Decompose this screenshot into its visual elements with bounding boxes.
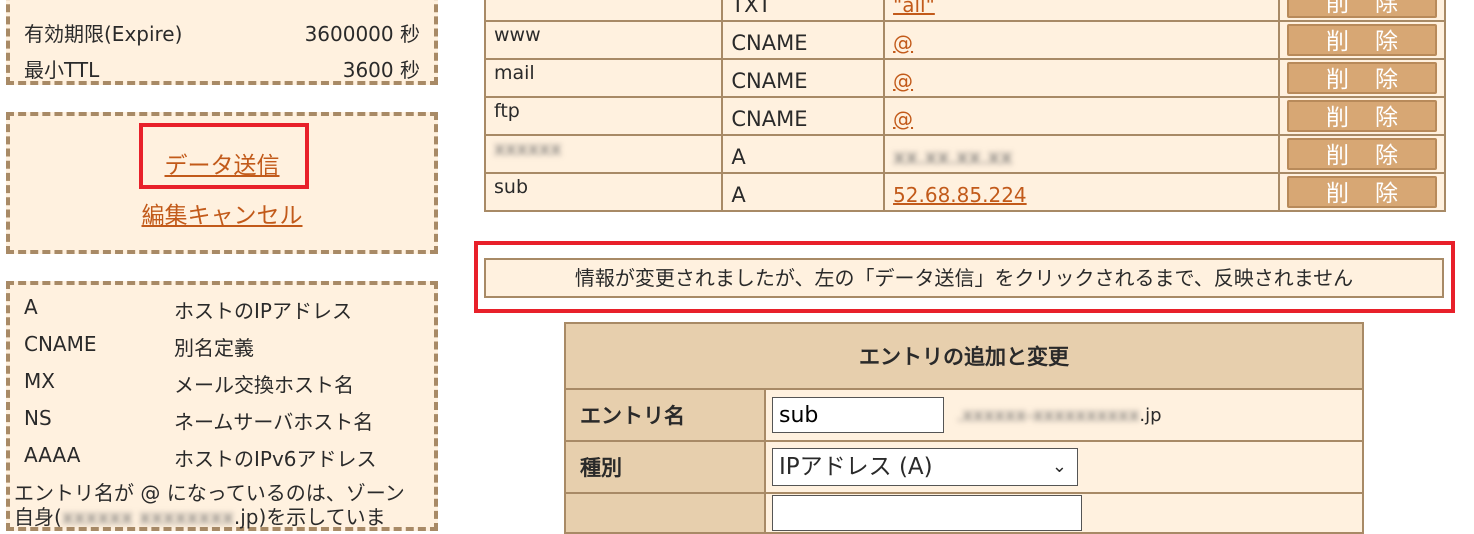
record-value-cell: 52.68.85.224 <box>883 172 1280 212</box>
expire-label: 有効期限(Expire) <box>24 22 183 46</box>
record-value-link[interactable]: @ <box>893 31 913 55</box>
record-value-link[interactable]: @ <box>893 69 913 93</box>
soa-row-min-ttl: 最小TTL 3600 秒 <box>24 54 420 83</box>
change-notice: 情報が変更されましたが、左の「データ送信」をクリックされるまで、反映されません <box>484 258 1444 298</box>
delete-button[interactable]: 削除 <box>1287 100 1437 132</box>
record-action-cell: 削除 <box>1278 58 1446 98</box>
record-type-legend: A ホストのIPアドレス CNAME 別名定義 MX メール交換ホスト名 NS … <box>6 281 438 531</box>
record-action-cell: 削除 <box>1278 20 1446 60</box>
chevron-down-icon: ⌄ <box>1051 456 1067 477</box>
type-label: 種別 <box>564 440 766 494</box>
blurred-domain: xxxxxx xxxxxxxx <box>61 505 234 529</box>
record-value-cell: @ <box>883 20 1280 60</box>
legend-desc: 別名定義 <box>174 336 254 360</box>
min-ttl-value: 3600 秒 <box>342 58 420 82</box>
entry-name-label: エントリ名 <box>564 388 766 442</box>
record-action-cell: 削除 <box>1278 0 1446 22</box>
record-action-cell: 削除 <box>1278 96 1446 136</box>
record-action-cell: 削除 <box>1278 134 1446 174</box>
expire-value: 3600000 秒 <box>304 22 420 46</box>
entry-name-input[interactable] <box>772 397 944 433</box>
cancel-edit-link[interactable]: 編集キャンセル <box>142 203 303 229</box>
legend-desc: ネームサーバホスト名 <box>174 410 374 434</box>
legend-type: MX <box>24 369 55 393</box>
delete-button[interactable]: 削除 <box>1287 176 1437 208</box>
record-value-cell: "all" <box>883 0 1280 22</box>
legend-note-line2: 自身(xxxxxx xxxxxxxx.jp)を示していま <box>14 505 405 529</box>
table-row: xxxxxx A xx.xx.xx.xx 削除 <box>483 134 1446 174</box>
blurred-ip[interactable]: xx.xx.xx.xx <box>893 145 1012 169</box>
table-row: sub A 52.68.85.224 削除 <box>483 172 1446 212</box>
legend-desc: メール交換ホスト名 <box>174 373 354 397</box>
legend-desc: ホストのIPアドレス <box>174 299 352 323</box>
table-row: TXT "all" 削除 <box>483 0 1446 22</box>
blurred-domain: .xxxxxx-xxxxxxxxxx <box>956 404 1140 426</box>
value-label <box>564 492 766 534</box>
legend-type: NS <box>24 406 52 430</box>
legend-type: AAAA <box>24 443 81 467</box>
table-row: www CNAME @ 削除 <box>483 20 1446 60</box>
table-row: ftp CNAME @ 削除 <box>483 96 1446 136</box>
record-type: TXT <box>721 0 886 22</box>
record-type: A <box>721 172 886 212</box>
type-cell: IPアドレス (A) ⌄ <box>764 440 1364 494</box>
legend-type: A <box>24 295 38 319</box>
record-host: www <box>483 20 724 60</box>
record-type: CNAME <box>721 20 886 60</box>
record-host: sub <box>483 172 724 212</box>
delete-button[interactable]: 削除 <box>1287 24 1437 56</box>
delete-button[interactable]: 削除 <box>1287 0 1437 18</box>
value-input[interactable] <box>772 495 1082 531</box>
record-type: CNAME <box>721 58 886 98</box>
cancel-edit-wrap: 編集キャンセル <box>10 196 434 230</box>
table-row: mail CNAME @ 削除 <box>483 58 1446 98</box>
record-value-cell: @ <box>883 58 1280 98</box>
delete-button[interactable]: 削除 <box>1287 138 1437 170</box>
record-action-cell: 削除 <box>1278 172 1446 212</box>
type-select-value: IPアドレス (A) <box>779 454 933 480</box>
legend-note-line1: エントリ名が @ になっているのは、ゾーン <box>14 481 405 505</box>
record-value-link[interactable]: 52.68.85.224 <box>893 183 1027 207</box>
value-cell <box>764 492 1364 534</box>
record-host <box>483 0 724 22</box>
record-value-cell: @ <box>883 96 1280 136</box>
domain-suffix: .xxxxxx-xxxxxxxxxx.jp <box>957 405 1162 426</box>
domain-suffix-end: .jp <box>1139 404 1162 426</box>
legend-desc: ホストのIPv6アドレス <box>174 447 377 471</box>
record-type: A <box>721 134 886 174</box>
record-host: ftp <box>483 96 724 136</box>
min-ttl-label: 最小TTL <box>24 58 100 82</box>
send-data-highlight <box>139 123 309 189</box>
entry-name-cell: .xxxxxx-xxxxxxxxxx.jp <box>764 388 1364 442</box>
entry-form: エントリの追加と変更 エントリ名 .xxxxxx-xxxxxxxxxx.jp 種… <box>564 322 1364 534</box>
soa-row-expire: 有効期限(Expire) 3600000 秒 <box>24 18 420 47</box>
legend-type: CNAME <box>24 332 97 356</box>
dns-records-table: TXT "all" 削除 www CNAME @ 削除 mail CNAME @… <box>483 0 1446 212</box>
entry-form-title: エントリの追加と変更 <box>564 322 1364 390</box>
blurred-host: xxxxxx <box>494 138 562 160</box>
note-prefix: 自身( <box>14 505 62 529</box>
record-value-cell: xx.xx.xx.xx <box>883 134 1280 174</box>
delete-button[interactable]: 削除 <box>1287 62 1437 94</box>
record-value-link[interactable]: "all" <box>893 0 935 17</box>
soa-settings-panel: 有効期限(Expire) 3600000 秒 最小TTL 3600 秒 <box>6 0 438 85</box>
record-value-link[interactable]: @ <box>893 107 913 131</box>
note-suffix: .jp)を示していま <box>233 505 386 529</box>
type-select[interactable]: IPアドレス (A) ⌄ <box>772 448 1078 486</box>
legend-note: エントリ名が @ になっているのは、ゾーン 自身(xxxxxx xxxxxxxx… <box>14 481 405 529</box>
record-host: mail <box>483 58 724 98</box>
record-host-blurred: xxxxxx <box>483 134 724 174</box>
record-type: CNAME <box>721 96 886 136</box>
